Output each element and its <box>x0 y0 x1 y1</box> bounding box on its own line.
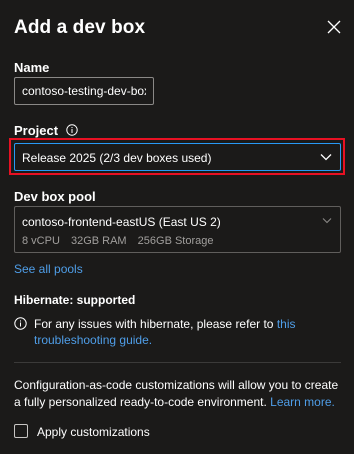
pool-select[interactable]: contoso-frontend-eastUS (East US 2) 8 vC… <box>14 206 341 253</box>
pool-spec-cpu: 8 vCPU <box>22 235 60 247</box>
divider <box>14 362 341 363</box>
project-label-row: Project <box>14 123 78 138</box>
apply-customizations-label[interactable]: Apply customizations <box>37 425 150 439</box>
project-select-value: Release 2025 (2/3 dev boxes used) <box>22 151 212 165</box>
chevron-down-icon <box>322 218 332 224</box>
close-icon <box>327 20 341 34</box>
add-dev-box-panel: Add a dev box Name Project Release 2025 … <box>0 0 354 454</box>
info-icon[interactable] <box>66 124 78 136</box>
chevron-down-icon <box>320 154 332 161</box>
customization-description: Configuration-as-code customizations wil… <box>14 377 344 411</box>
pool-select-name: contoso-frontend-eastUS (East US 2) <box>22 215 221 229</box>
name-input[interactable] <box>14 77 154 105</box>
name-label: Name <box>14 60 50 75</box>
pool-label: Dev box pool <box>14 189 96 204</box>
hibernate-text: For any issues with hibernate, please re… <box>34 317 274 331</box>
hibernate-message: For any issues with hibernate, please re… <box>34 316 334 348</box>
close-button[interactable] <box>326 19 342 35</box>
project-label: Project <box>14 123 59 138</box>
pool-specs: 8 vCPU 32GB RAM 256GB Storage <box>22 235 222 247</box>
pool-spec-storage: 256GB Storage <box>137 235 214 247</box>
see-all-pools-link[interactable]: See all pools <box>14 262 83 276</box>
pool-spec-ram: 32GB RAM <box>70 235 127 247</box>
project-select[interactable]: Release 2025 (2/3 dev boxes used) <box>14 143 341 171</box>
hibernate-title: Hibernate: supported <box>14 293 136 307</box>
info-icon <box>14 317 27 330</box>
learn-more-link[interactable]: Learn more. <box>270 395 335 409</box>
panel-title: Add a dev box <box>14 17 146 38</box>
apply-customizations-checkbox[interactable] <box>14 424 28 438</box>
